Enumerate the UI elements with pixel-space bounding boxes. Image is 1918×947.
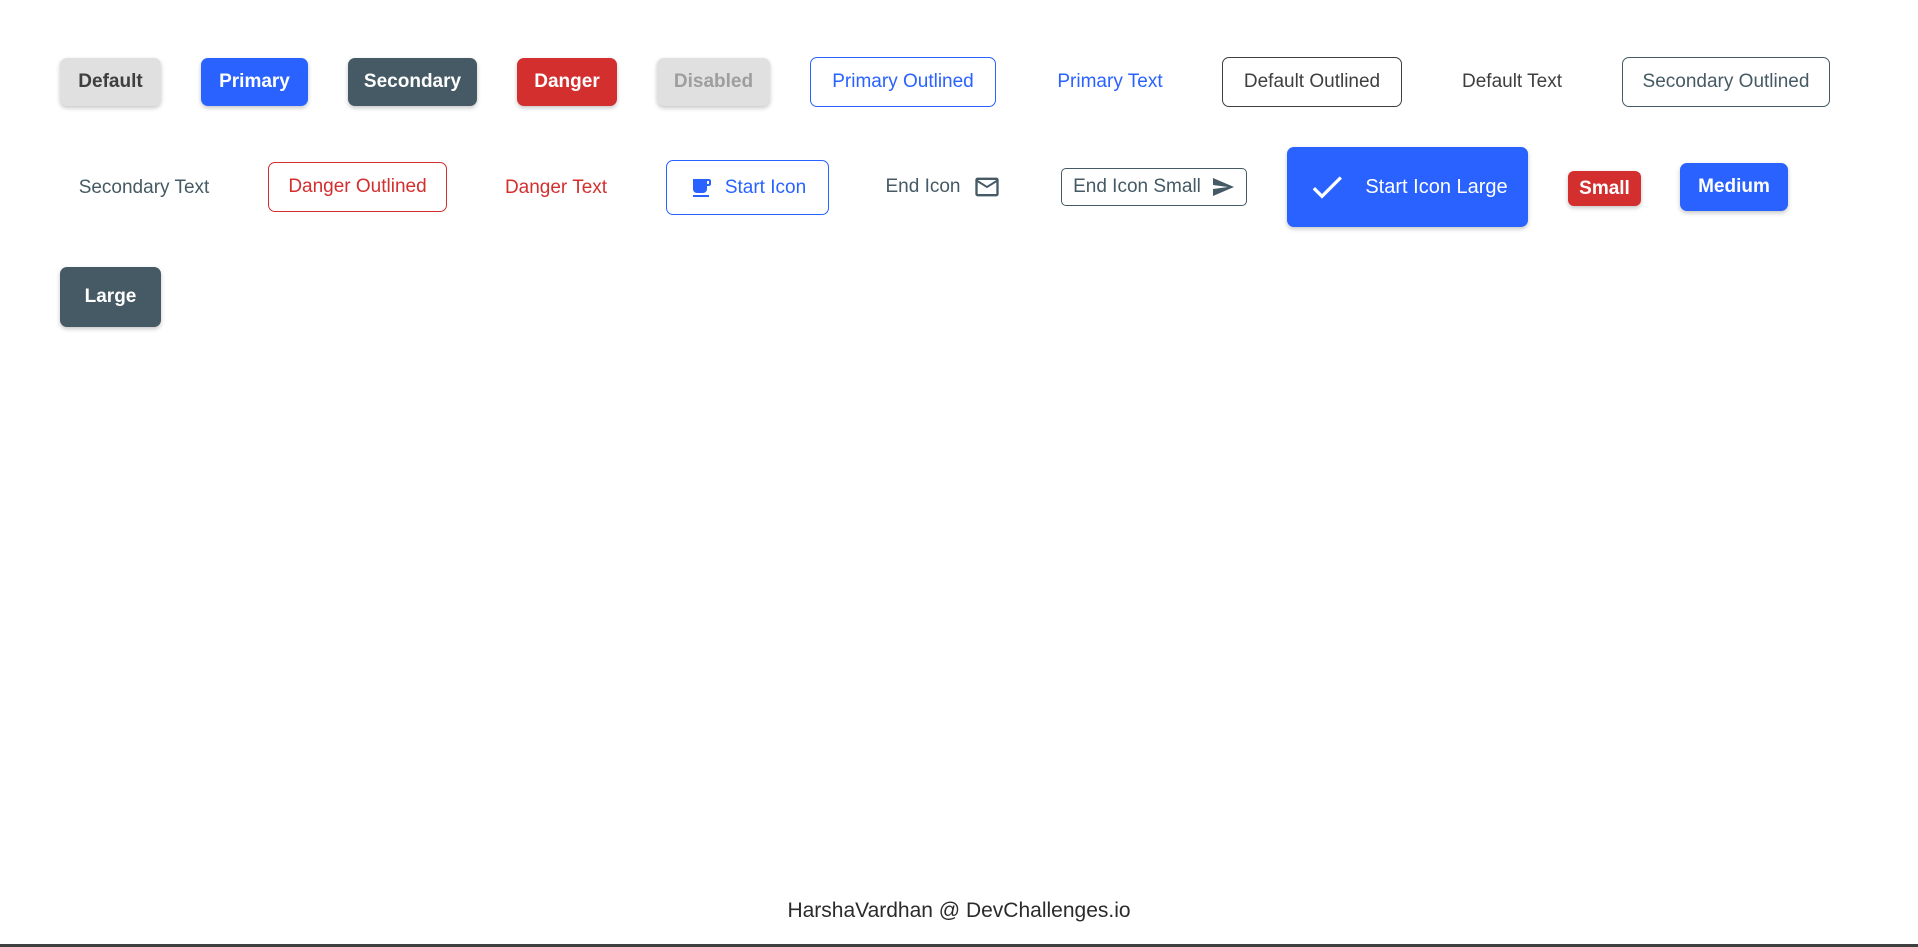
default-text-button[interactable]: Default Text — [1442, 58, 1582, 106]
end-icon-button-label: End Icon — [885, 176, 961, 197]
secondary-outlined-button[interactable]: Secondary Outlined — [1622, 57, 1830, 107]
danger-outlined-button[interactable]: Danger Outlined — [268, 162, 447, 212]
large-button[interactable]: Large — [60, 267, 161, 327]
end-icon-button[interactable]: End Icon — [869, 162, 1017, 212]
end-icon-small-button-label: End Icon Small — [1073, 176, 1201, 197]
secondary-button[interactable]: Secondary — [348, 58, 477, 106]
primary-outlined-button[interactable]: Primary Outlined — [810, 57, 996, 107]
default-outlined-button[interactable]: Default Outlined — [1222, 57, 1402, 107]
default-button[interactable]: Default — [60, 58, 161, 106]
primary-text-button[interactable]: Primary Text — [1036, 58, 1184, 106]
mail-icon — [973, 173, 1001, 201]
start-icon-large-button-label: Start Icon Large — [1365, 175, 1508, 198]
check-icon — [1307, 167, 1347, 207]
coffee-cup-icon — [689, 176, 713, 200]
start-icon-large-button[interactable]: Start Icon Large — [1287, 147, 1528, 227]
end-icon-small-button[interactable]: End Icon Small — [1061, 168, 1247, 206]
start-icon-button[interactable]: Start Icon — [666, 160, 829, 215]
primary-button[interactable]: Primary — [201, 58, 308, 106]
send-icon — [1211, 175, 1235, 199]
start-icon-button-label: Start Icon — [724, 176, 807, 198]
danger-button[interactable]: Danger — [517, 58, 617, 106]
small-button[interactable]: Small — [1568, 171, 1641, 206]
footer-credit: HarshaVardhan @ DevChallenges.io — [787, 899, 1131, 922]
disabled-button: Disabled — [657, 58, 770, 106]
secondary-text-button[interactable]: Secondary Text — [60, 164, 228, 212]
danger-text-button[interactable]: Danger Text — [487, 164, 625, 212]
medium-button[interactable]: Medium — [1680, 163, 1788, 211]
